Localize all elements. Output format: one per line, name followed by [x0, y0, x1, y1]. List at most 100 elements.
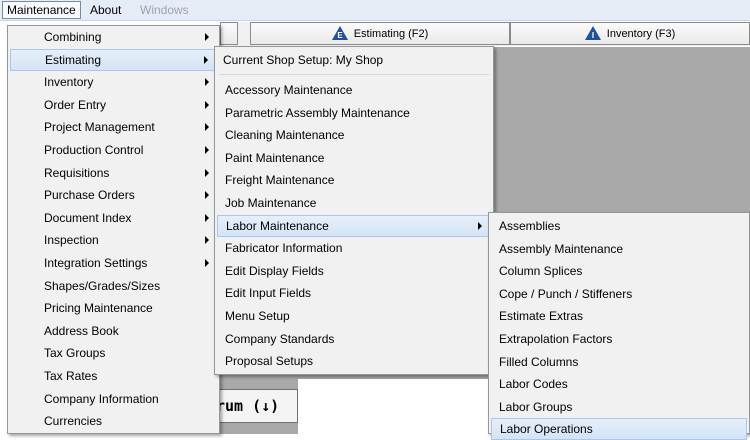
labor-item-extrapolation-factors[interactable]: Extrapolation Factors	[491, 328, 747, 350]
labor-item-labor-codes[interactable]: Labor Codes	[491, 373, 747, 395]
menu-item-label: Edit Display Fields	[225, 263, 324, 278]
menu-item-label: Extrapolation Factors	[499, 332, 613, 346]
maintenance-item-tax-rates[interactable]: Tax Rates	[10, 365, 217, 387]
labor-item-assembly-maintenance[interactable]: Assembly Maintenance	[491, 238, 747, 260]
menu-item-label: Accessory Maintenance	[225, 83, 353, 97]
menubar-windows: Windows	[140, 3, 189, 17]
menu-item-label: Address Book	[44, 323, 119, 338]
svg-text:E: E	[337, 31, 343, 40]
submenu-arrow-icon	[205, 100, 209, 109]
maintenance-item-document-index[interactable]: Document Index	[10, 207, 217, 229]
estimating-item-menu-setup[interactable]: Menu Setup	[217, 305, 491, 327]
svg-text:I: I	[592, 31, 594, 40]
menu-separator	[219, 74, 489, 75]
menu-item-label: Parametric Assembly Maintenance	[225, 105, 410, 120]
submenu-arrow-icon	[205, 259, 209, 267]
submenu-arrow-icon	[205, 236, 209, 245]
menu-item-label: Job Maintenance	[225, 196, 317, 210]
maintenance-item-inspection[interactable]: Inspection	[10, 229, 217, 251]
estimating-button[interactable]: E Estimating (F2)	[250, 22, 510, 45]
labor-item-estimate-extras[interactable]: Estimate Extras	[491, 305, 747, 327]
menu-item-label: Company Standards	[225, 331, 335, 346]
estimating-item-edit-display-fields[interactable]: Edit Display Fields	[217, 260, 491, 282]
estimating-item-paint-maintenance[interactable]: Paint Maintenance	[217, 147, 491, 169]
inventory-button[interactable]: I Inventory (F3)	[510, 22, 750, 45]
estimating-item-job-maintenance[interactable]: Job Maintenance	[217, 192, 491, 214]
maintenance-item-combining[interactable]: Combining	[10, 26, 217, 48]
submenu-arrow-icon	[205, 78, 209, 87]
menu-item-label: Freight Maintenance	[225, 173, 335, 188]
current-shop-setup-item[interactable]: Current Shop Setup: My Shop	[215, 49, 493, 71]
menubar-about[interactable]: About	[86, 2, 125, 18]
submenu-arrow-icon	[205, 33, 209, 41]
menu-item-label: Combining	[44, 30, 102, 44]
menu-item-label: Inventory	[44, 75, 94, 90]
menu-item-label: Document Index	[44, 210, 132, 225]
maintenance-item-production-control[interactable]: Production Control	[10, 139, 217, 161]
estimating-submenu: Current Shop Setup: My Shop Accessory Mai…	[214, 46, 494, 375]
maintenance-item-company-information[interactable]: Company Information	[10, 388, 217, 410]
menu-item-label: Labor Groups	[499, 399, 573, 414]
estimating-item-accessory-maintenance[interactable]: Accessory Maintenance	[217, 79, 491, 101]
maintenance-item-project-management[interactable]: Project Management	[10, 116, 217, 138]
menu-item-label: Fabricator Information	[225, 241, 343, 256]
estimating-item-freight-maintenance[interactable]: Freight Maintenance	[217, 169, 491, 191]
menu-item-label: Shapes/Grades/Sizes	[44, 278, 161, 293]
maintenance-item-address-book[interactable]: Address Book	[10, 320, 217, 342]
menu-item-label: Integration Settings	[44, 256, 148, 270]
submenu-arrow-icon	[205, 191, 209, 200]
maintenance-item-shapes-grades-sizes[interactable]: Shapes/Grades/Sizes	[10, 275, 217, 297]
menu-item-label: Assembly Maintenance	[499, 241, 624, 256]
maintenance-item-purchase-orders[interactable]: Purchase Orders	[10, 184, 217, 206]
estimating-item-fabricator-information[interactable]: Fabricator Information	[217, 237, 491, 259]
labor-item-filled-columns[interactable]: Filled Columns	[491, 351, 747, 373]
maintenance-item-tax-groups[interactable]: Tax Groups	[10, 342, 217, 364]
menu-item-label: Company Information	[44, 391, 159, 406]
menu-item-label: Cope / Punch / Stiffeners	[499, 286, 633, 301]
inventory-icon: I	[584, 26, 601, 40]
maintenance-item-pricing-maintenance[interactable]: Pricing Maintenance	[10, 297, 217, 319]
menu-item-label: Column Splices	[499, 264, 583, 279]
labor-item-assemblies[interactable]: Assemblies	[491, 215, 747, 237]
maintenance-item-currencies[interactable]: Currencies	[10, 410, 217, 432]
maintenance-item-order-entry[interactable]: Order Entry	[10, 94, 217, 116]
menu-item-label: Proposal Setups	[225, 354, 314, 369]
submenu-arrow-icon	[478, 221, 482, 230]
estimating-item-edit-input-fields[interactable]: Edit Input Fields	[217, 282, 491, 304]
menu-item-label: Purchase Orders	[44, 188, 135, 203]
maintenance-item-inventory[interactable]: Inventory	[10, 71, 217, 93]
estimating-item-labor-maintenance[interactable]: Labor Maintenance	[217, 214, 491, 237]
labor-item-labor-operations[interactable]: Labor Operations	[491, 418, 747, 440]
labor-item-cope-punch-stiffeners[interactable]: Cope / Punch / Stiffeners	[491, 283, 747, 305]
labor-item-labor-groups[interactable]: Labor Groups	[491, 396, 747, 418]
estimating-item-company-standards[interactable]: Company Standards	[217, 328, 491, 350]
current-shop-setup-label: Current Shop Setup: My Shop	[223, 53, 384, 67]
menubar-maintenance[interactable]: Maintenance	[2, 1, 81, 19]
estimating-item-cleaning-maintenance[interactable]: Cleaning Maintenance	[217, 124, 491, 146]
estimating-icon: E	[331, 26, 348, 40]
menu-item-label: Production Control	[44, 143, 144, 157]
maintenance-item-estimating[interactable]: Estimating	[10, 48, 217, 71]
submenu-arrow-icon	[205, 213, 209, 222]
maintenance-item-requisitions[interactable]: Requisitions	[10, 162, 217, 184]
menu-bar: Maintenance About Windows	[0, 0, 750, 21]
submenu-arrow-icon	[205, 123, 209, 132]
maintenance-item-integration-settings[interactable]: Integration Settings	[10, 252, 217, 274]
toolbar-button-previous[interactable]	[220, 22, 238, 45]
menu-item-label: Cleaning Maintenance	[225, 128, 345, 143]
module-toolbar: E Estimating (F2) I Inventory (F3)	[220, 22, 750, 46]
estimating-button-label: Estimating (F2)	[353, 28, 429, 40]
menu-item-label: Assemblies	[499, 219, 561, 233]
estimating-item-parametric-assembly-maintenance[interactable]: Parametric Assembly Maintenance	[217, 102, 491, 124]
submenu-arrow-icon	[204, 55, 208, 64]
menu-item-label: Tax Rates	[44, 369, 98, 383]
estimating-item-proposal-setups[interactable]: Proposal Setups	[217, 350, 491, 372]
menu-item-label: Order Entry	[44, 97, 107, 112]
menu-item-label: Estimate Extras	[499, 309, 584, 324]
menu-item-label: Currencies	[44, 414, 103, 429]
menu-item-label: Inspection	[44, 233, 99, 248]
menu-item-label: Estimating	[45, 52, 102, 67]
submenu-arrow-icon	[205, 168, 209, 177]
labor-item-column-splices[interactable]: Column Splices	[491, 260, 747, 282]
menu-item-label: Labor Codes	[499, 377, 568, 392]
